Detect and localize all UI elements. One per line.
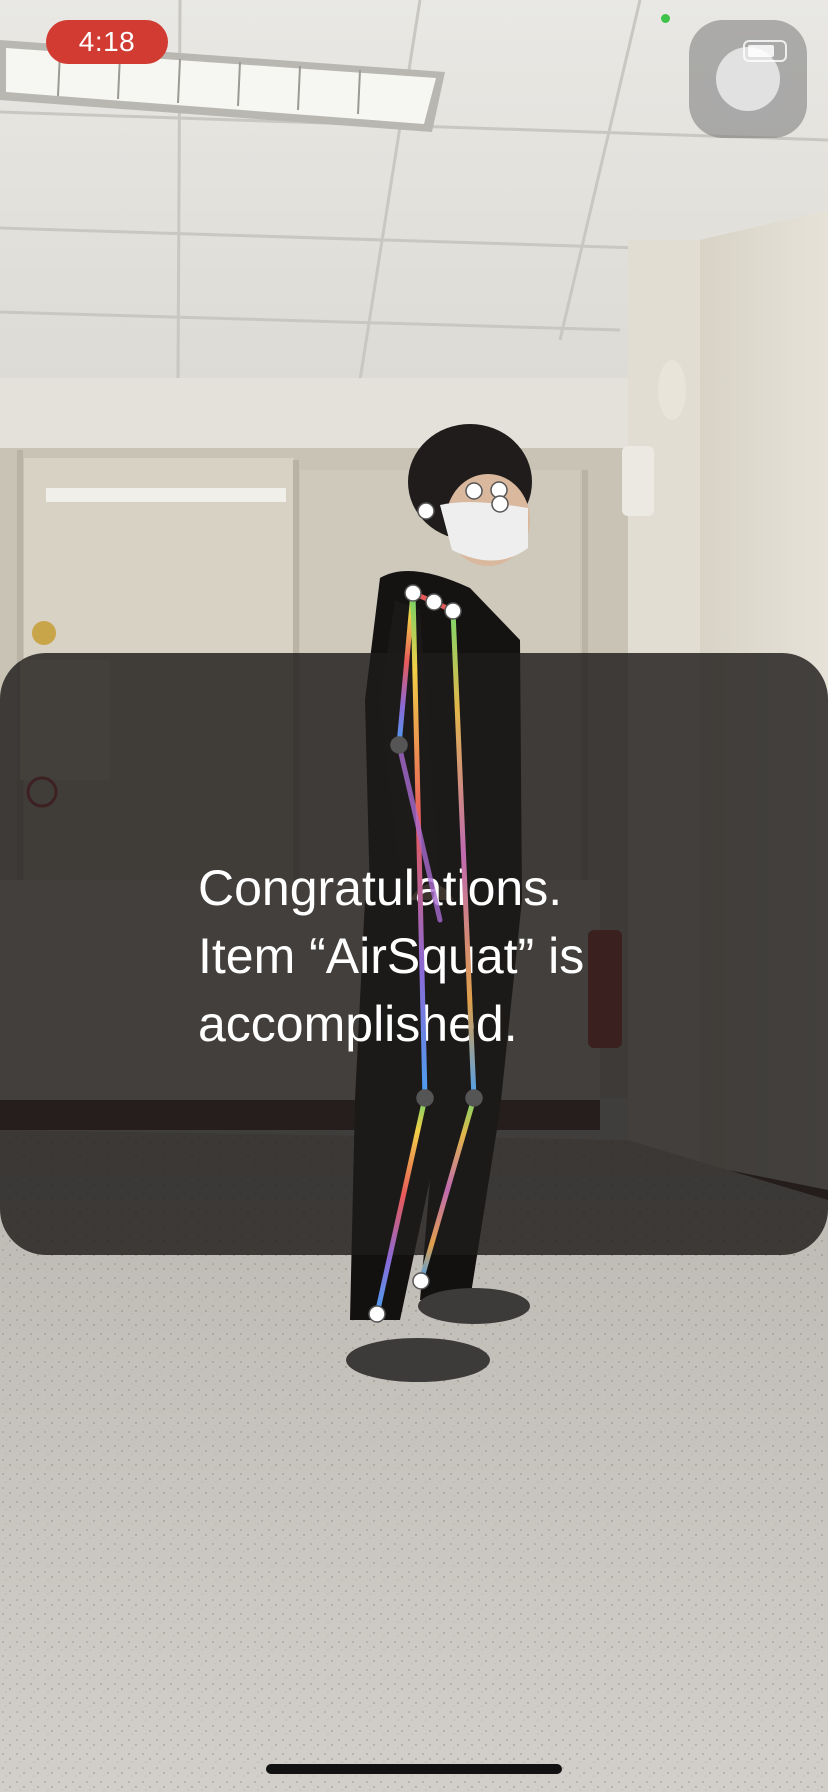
result-message: Congratulations. Item “AirSquat” is acco… (198, 860, 585, 1052)
battery-icon (743, 40, 787, 62)
home-indicator[interactable] (266, 1764, 562, 1774)
assistive-touch-button[interactable] (689, 20, 807, 138)
status-time: 4:18 (78, 26, 136, 57)
camera-in-use-indicator (661, 14, 670, 23)
camera-screen: 4:18 Congratulations. Item “AirSquat” is… (0, 0, 828, 1792)
recording-time-pill[interactable]: 4:18 (46, 20, 168, 64)
